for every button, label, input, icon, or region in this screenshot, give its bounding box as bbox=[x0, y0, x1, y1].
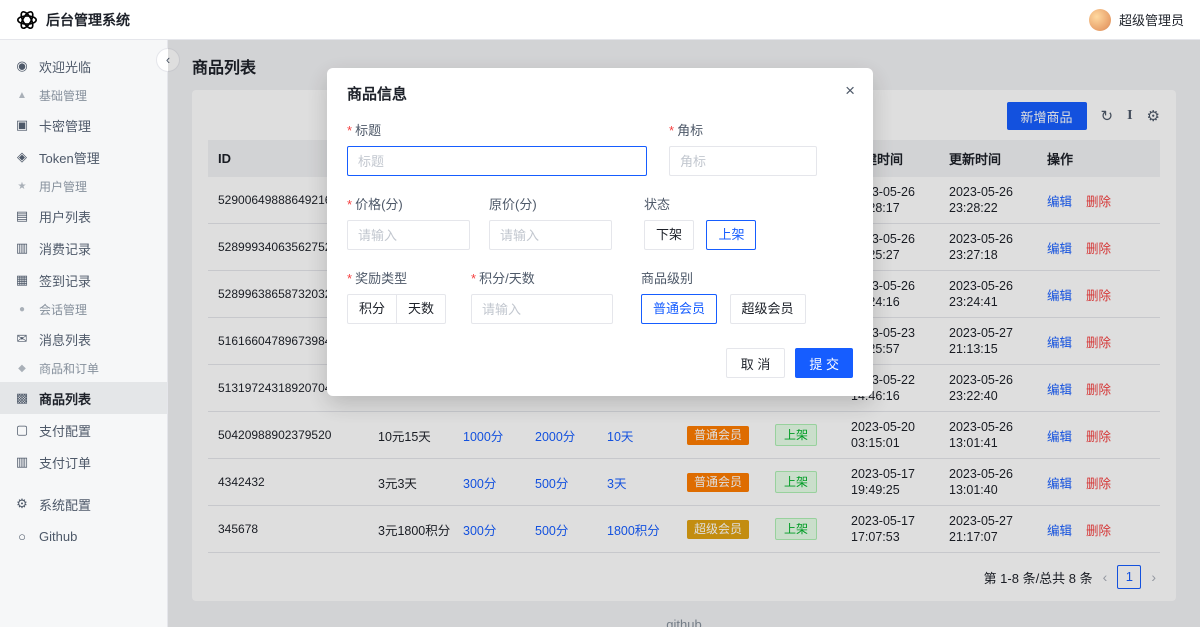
sidebar-item-product-list[interactable]: ▩ 商品列表 bbox=[0, 382, 167, 414]
sidebar-menu: ◉ 欢迎光临 ▲ 基础管理 ▣ 卡密管理 ◈ Token管理 ★ 用户管理 ▤ 用户列表 ▥ 消费记录 ▦ 签… bbox=[0, 50, 167, 552]
sidebar-item-label: 签到记录 bbox=[39, 271, 91, 290]
original-price-label: 原价(分) bbox=[489, 194, 612, 213]
user-list-icon: ▤ bbox=[14, 208, 30, 224]
status-option-off[interactable]: 下架 bbox=[644, 220, 694, 250]
lock-icon: ▣ bbox=[14, 117, 30, 133]
checkin-record-icon: ▦ bbox=[14, 272, 30, 288]
field-points-days: *积分/天数 bbox=[471, 268, 613, 324]
pay-config-icon: ▢ bbox=[14, 422, 30, 438]
token-icon: ◈ bbox=[14, 149, 30, 165]
gear-icon: ⚙ bbox=[14, 496, 30, 512]
level-option-normal[interactable]: 普通会员 bbox=[641, 294, 717, 324]
orders-section-icon: ◆ bbox=[14, 363, 30, 374]
sidebar-item-label: 用户管理 bbox=[39, 178, 87, 195]
close-icon[interactable]: × bbox=[845, 81, 855, 101]
sidebar-section-basic: ▲ 基础管理 bbox=[0, 82, 167, 109]
sidebar-item-message-list[interactable]: ✉ 消息列表 bbox=[0, 323, 167, 355]
field-badge: *角标 bbox=[669, 120, 817, 176]
field-price: *价格(分) bbox=[347, 194, 470, 250]
field-title: *标题 bbox=[347, 120, 647, 176]
points-days-input[interactable] bbox=[471, 294, 613, 324]
reward-option-days[interactable]: 天数 bbox=[397, 294, 446, 324]
sidebar-item-label: Token管理 bbox=[39, 148, 100, 167]
field-level: 商品级别 普通会员 超级会员 bbox=[641, 268, 805, 324]
sidebar-section-session: ● 会话管理 bbox=[0, 296, 167, 323]
sidebar-item-label: 消费记录 bbox=[39, 239, 91, 258]
badge-label: *角标 bbox=[669, 120, 817, 139]
status-option-on[interactable]: 上架 bbox=[706, 220, 756, 250]
field-original-price: 原价(分) bbox=[489, 194, 612, 250]
product-info-modal: 商品信息 × *标题 *角标 *价格(分) 原价(分) 状态 bbox=[327, 68, 873, 396]
sidebar-item-label: 消息列表 bbox=[39, 330, 91, 349]
welcome-icon: ◉ bbox=[14, 58, 30, 74]
session-section-icon: ● bbox=[14, 304, 30, 315]
required-mark: * bbox=[347, 123, 352, 138]
badge-input[interactable] bbox=[669, 146, 817, 176]
sidebar-item-pay-config[interactable]: ▢ 支付配置 bbox=[0, 414, 167, 446]
title-input[interactable] bbox=[347, 146, 647, 176]
submit-button[interactable]: 提 交 bbox=[795, 348, 853, 378]
sidebar-item-label: 系统配置 bbox=[39, 495, 91, 514]
message-icon: ✉ bbox=[14, 331, 30, 347]
price-label: *价格(分) bbox=[347, 194, 470, 213]
sidebar-item-label: 支付配置 bbox=[39, 421, 91, 440]
top-header: 后台管理系统 超级管理员 bbox=[0, 0, 1200, 40]
sidebar-item-user-list[interactable]: ▤ 用户列表 bbox=[0, 200, 167, 232]
modal-body: *标题 *角标 *价格(分) 原价(分) 状态 下架 上架 bbox=[327, 112, 873, 324]
sidebar-item-consume-records[interactable]: ▥ 消费记录 bbox=[0, 232, 167, 264]
pay-order-icon: ▥ bbox=[14, 454, 30, 470]
consume-record-icon: ▥ bbox=[14, 240, 30, 256]
required-mark: * bbox=[347, 271, 352, 286]
points-days-label: *积分/天数 bbox=[471, 268, 613, 287]
sidebar-item-label: 用户列表 bbox=[39, 207, 91, 226]
product-list-icon: ▩ bbox=[14, 390, 30, 406]
users-section-icon: ★ bbox=[14, 181, 30, 192]
price-input[interactable] bbox=[347, 220, 470, 250]
field-status: 状态 下架 上架 bbox=[644, 194, 756, 250]
sidebar-item-label: 支付订单 bbox=[39, 453, 91, 472]
cancel-button[interactable]: 取 消 bbox=[726, 348, 786, 378]
sidebar-item-checkin-records[interactable]: ▦ 签到记录 bbox=[0, 264, 167, 296]
sidebar-item-label: 基础管理 bbox=[39, 87, 87, 104]
modal-header: 商品信息 × bbox=[327, 68, 873, 112]
user-name: 超级管理员 bbox=[1119, 10, 1184, 29]
logo-icon bbox=[16, 9, 38, 31]
sidebar: ◉ 欢迎光临 ▲ 基础管理 ▣ 卡密管理 ◈ Token管理 ★ 用户管理 ▤ 用户列表 ▥ 消费记录 ▦ 签… bbox=[0, 40, 168, 627]
sidebar-item-label: 卡密管理 bbox=[39, 116, 91, 135]
sidebar-item-github[interactable]: ○ Github bbox=[0, 520, 167, 552]
modal-title: 商品信息 bbox=[347, 86, 407, 103]
sidebar-section-users: ★ 用户管理 bbox=[0, 173, 167, 200]
sidebar-item-card-keys[interactable]: ▣ 卡密管理 bbox=[0, 109, 167, 141]
sidebar-section-orders: ◆ 商品和订单 bbox=[0, 355, 167, 382]
sidebar-item-label: 商品列表 bbox=[39, 389, 91, 408]
basic-section-icon: ▲ bbox=[14, 90, 30, 101]
avatar[interactable] bbox=[1089, 9, 1111, 31]
required-mark: * bbox=[471, 271, 476, 286]
sidebar-item-label: 会话管理 bbox=[39, 301, 87, 318]
user-menu[interactable]: 超级管理员 bbox=[1089, 9, 1184, 31]
reward-type-label: *奖励类型 bbox=[347, 268, 446, 287]
brand: 后台管理系统 bbox=[16, 9, 130, 31]
app-title: 后台管理系统 bbox=[46, 10, 130, 30]
level-label: 商品级别 bbox=[641, 268, 805, 287]
sidebar-item-pay-orders[interactable]: ▥ 支付订单 bbox=[0, 446, 167, 478]
sidebar-item-label: 商品和订单 bbox=[39, 360, 99, 377]
title-label: *标题 bbox=[347, 120, 647, 139]
required-mark: * bbox=[669, 123, 674, 138]
required-mark: * bbox=[347, 197, 352, 212]
sidebar-item-label: 欢迎光临 bbox=[39, 57, 91, 76]
reward-option-points[interactable]: 积分 bbox=[347, 294, 397, 324]
original-price-input[interactable] bbox=[489, 220, 612, 250]
sidebar-item-system-config[interactable]: ⚙ 系统配置 bbox=[0, 488, 167, 520]
sidebar-item-welcome[interactable]: ◉ 欢迎光临 bbox=[0, 50, 167, 82]
sidebar-item-label: Github bbox=[39, 529, 77, 544]
level-option-super[interactable]: 超级会员 bbox=[730, 294, 806, 324]
github-icon: ○ bbox=[14, 529, 30, 544]
field-reward-type: *奖励类型 积分 天数 bbox=[347, 268, 446, 324]
modal-footer: 取 消 提 交 bbox=[327, 342, 873, 396]
status-label: 状态 bbox=[644, 194, 756, 213]
sidebar-item-token[interactable]: ◈ Token管理 bbox=[0, 141, 167, 173]
